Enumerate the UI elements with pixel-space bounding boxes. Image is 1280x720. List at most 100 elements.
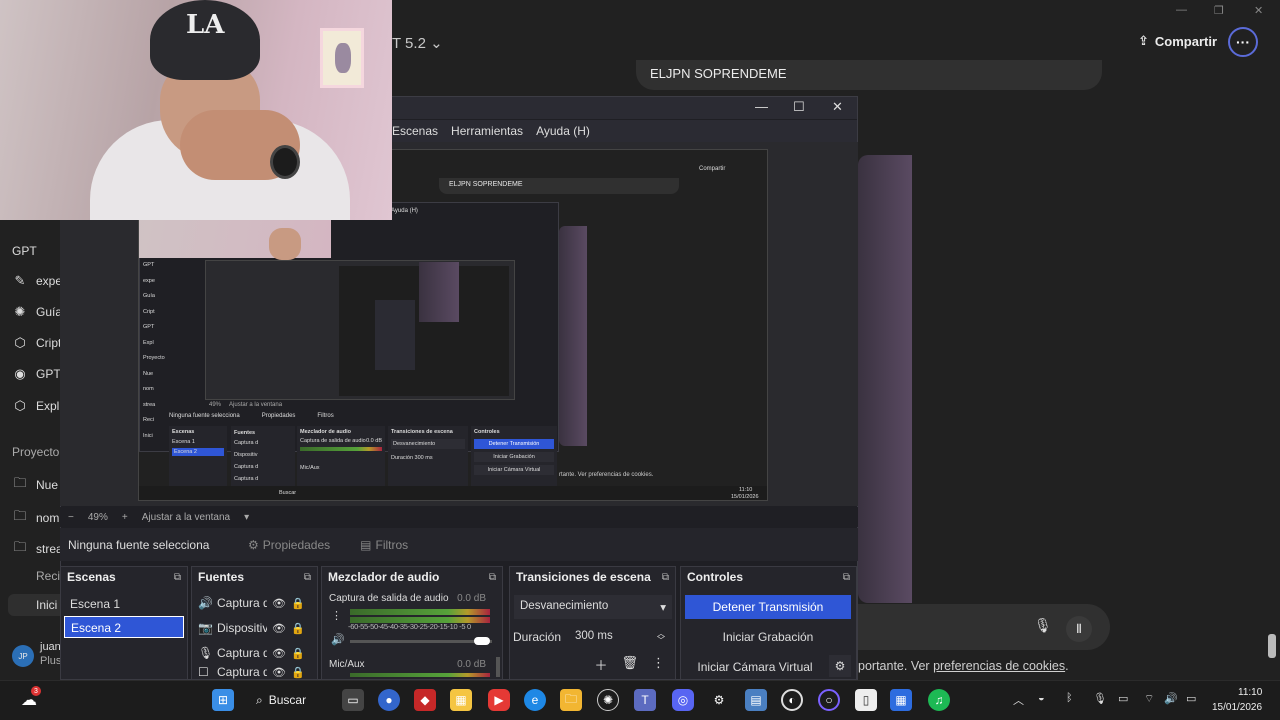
start-virtual-camera-button[interactable]: Iniciar Cámara Virtual <box>685 655 825 679</box>
calculator-icon[interactable]: ▦ <box>890 689 912 711</box>
circle-app-icon[interactable]: ○ <box>818 689 840 711</box>
menu-herramientas[interactable]: Herramientas <box>451 124 523 138</box>
volume-icon[interactable]: 🔊 <box>331 633 345 646</box>
spotify-icon[interactable]: ♫ <box>928 689 950 711</box>
undock-icon[interactable]: ⧉ <box>489 572 496 583</box>
gear-icon[interactable]: ⚙ <box>829 655 851 677</box>
file-explorer-icon[interactable]: 🗀 <box>560 689 582 711</box>
sidebar-item-strea[interactable]: 🗀 strea <box>12 538 62 560</box>
model-selector[interactable]: T 5.2 ⌄ <box>392 34 443 52</box>
sidebar-item-new-project[interactable]: 🗀 Nue <box>12 474 58 496</box>
sidebar-item-nom[interactable]: 🗀 nom <box>12 507 59 529</box>
task-view-icon[interactable]: ▭ <box>342 689 364 711</box>
zoom-out-button[interactable]: − <box>68 512 74 523</box>
chevron-down-icon[interactable]: ▾ <box>244 512 249 523</box>
volume-icon[interactable]: 🔊 <box>1164 692 1178 705</box>
wifi-icon[interactable]: ⌔ <box>1144 692 1154 706</box>
scene-item[interactable]: Escena 1 <box>64 593 184 615</box>
start-recording-button[interactable]: Iniciar Grabación <box>685 625 851 649</box>
close-icon[interactable]: ✕ <box>1254 4 1263 17</box>
undock-icon[interactable]: ⧉ <box>843 572 850 583</box>
avatar[interactable]: JP <box>12 645 34 667</box>
transition-select[interactable]: Desvanecimiento ▾ <box>514 595 672 619</box>
bluetooth-icon[interactable]: ᛒ <box>1066 692 1073 704</box>
app-tray-icon[interactable]: ◒ <box>1038 692 1045 704</box>
menu-escenas[interactable]: Escenas <box>392 124 438 138</box>
menu-ayuda[interactable]: Ayuda (H) <box>536 124 590 138</box>
image-app-icon[interactable]: ▤ <box>745 689 767 711</box>
chrome-icon[interactable]: ● <box>378 689 400 711</box>
youtube-icon[interactable]: ▶ <box>488 689 510 711</box>
eye-icon[interactable]: 👁 <box>272 597 286 610</box>
battery-icon[interactable]: ▭ <box>1186 692 1196 705</box>
properties-button[interactable]: ⚙ Propiedades <box>248 538 330 552</box>
nested-share: Compartir <box>699 166 726 172</box>
source-item[interactable]: 🔊 Captura d 👁 🔒 <box>198 592 316 614</box>
add-icon[interactable]: ＋ <box>594 655 607 674</box>
zoom-in-button[interactable]: + <box>122 512 128 523</box>
notepad-icon[interactable]: ▯ <box>855 689 877 711</box>
edge-icon[interactable]: e <box>524 689 546 711</box>
windows-start-icon[interactable]: ⊞ <box>212 689 234 711</box>
clock-time[interactable]: 11:10 <box>1238 687 1262 698</box>
source-item[interactable]: ☐ Captura d 👁 🔒 <box>198 665 316 679</box>
eye-icon[interactable]: 👁 <box>272 622 286 635</box>
more-options-button[interactable]: ··· <box>1228 27 1258 57</box>
lock-icon[interactable]: 🔒 <box>291 647 305 660</box>
user-profile[interactable]: juan Plus <box>40 640 61 668</box>
lock-icon[interactable]: 🔒 <box>291 666 305 679</box>
chevron-up-icon[interactable]: ︿ <box>1013 692 1024 708</box>
close-icon[interactable]: ✕ <box>832 99 843 115</box>
taskbar-search[interactable]: ⌕ Buscar <box>256 688 328 712</box>
sidebar-item-expe[interactable]: ✎ expe <box>12 273 62 289</box>
sidebar-item-guia[interactable]: ✺ Guía <box>12 304 62 320</box>
obs-icon[interactable]: ◐ <box>781 689 803 711</box>
duration-input[interactable]: 300 ms ︿ ﹀ <box>568 625 672 649</box>
volume-slider-knob[interactable] <box>474 637 490 645</box>
mic-icon[interactable]: 🎙 <box>1093 692 1107 705</box>
scrollbar[interactable] <box>496 657 500 677</box>
kebab-menu-icon[interactable]: ⋮ <box>331 609 342 622</box>
source-item[interactable]: 🎙 Captura d 👁 🔒 <box>198 642 316 664</box>
meter-ticks: -60-55-50-45-40-35-30-25-20-15-10 -5 0 <box>348 622 471 631</box>
trash-icon[interactable]: 🗑 <box>621 655 638 674</box>
volume-slider[interactable] <box>350 640 492 643</box>
restore-icon[interactable]: ❐ <box>1214 4 1224 17</box>
scene-item-active[interactable]: Escena 2 <box>64 616 184 638</box>
lock-icon[interactable]: 🔒 <box>291 622 305 635</box>
shield-app-icon[interactable]: ◆ <box>414 689 436 711</box>
stop-stream-button[interactable]: Detener Transmisión <box>685 595 851 619</box>
store-icon[interactable]: ▦ <box>450 689 472 711</box>
sidebar-item-cript[interactable]: ⬡ Cript <box>12 335 61 351</box>
source-item[interactable]: 📷 Dispositiv 👁 🔒 <box>198 617 316 639</box>
scrollbar[interactable] <box>1268 634 1276 658</box>
undock-icon[interactable]: ⧉ <box>662 572 669 583</box>
eye-icon[interactable]: 👁 <box>272 666 286 679</box>
lock-icon[interactable]: 🔒 <box>291 597 305 610</box>
maximize-icon[interactable]: ☐ <box>793 99 805 115</box>
minimize-icon[interactable]: — <box>755 99 768 114</box>
share-button[interactable]: ⇪ Compartir <box>1138 33 1217 49</box>
teams-icon[interactable]: T <box>634 689 656 711</box>
undock-icon[interactable]: ⧉ <box>174 572 181 583</box>
chatgpt-icon[interactable]: ✺ <box>597 689 619 711</box>
eye-icon[interactable]: 👁 <box>272 647 286 660</box>
cookie-preferences-link[interactable]: preferencias de cookies <box>933 659 1065 673</box>
fit-to-window[interactable]: Ajustar a la ventana <box>142 512 230 523</box>
minimize-icon[interactable]: — <box>1176 4 1187 16</box>
clock-date[interactable]: 15/01/2026 <box>1212 702 1262 713</box>
settings-icon[interactable]: ⚙ <box>708 689 730 711</box>
transitions-dock: Transiciones de escena ⧉ Desvanecimiento ▾… <box>509 566 676 680</box>
display-icon[interactable]: ▭ <box>1118 692 1128 705</box>
sidebar-item-expl[interactable]: ⬡ Expl <box>12 398 59 414</box>
discord-icon[interactable]: ◎ <box>672 689 694 711</box>
filters-button[interactable]: ▤ Filtros <box>360 538 408 552</box>
kebab-menu-icon[interactable]: ⋮ <box>652 655 665 674</box>
mic-icon[interactable]: 🎙 <box>1034 617 1052 634</box>
sidebar-item-gpt2[interactable]: ◉ GPT <box>12 366 60 382</box>
voice-mode-icon[interactable]: ⦀ <box>1066 616 1092 642</box>
nested-cookie: rtante. Ver preferencias de cookies. <box>559 472 654 478</box>
sidebar-item-gpt[interactable]: GPT <box>12 244 37 258</box>
undock-icon[interactable]: ⧉ <box>304 572 311 583</box>
spin-arrows-icon[interactable]: ︿ ﹀ <box>657 630 665 645</box>
